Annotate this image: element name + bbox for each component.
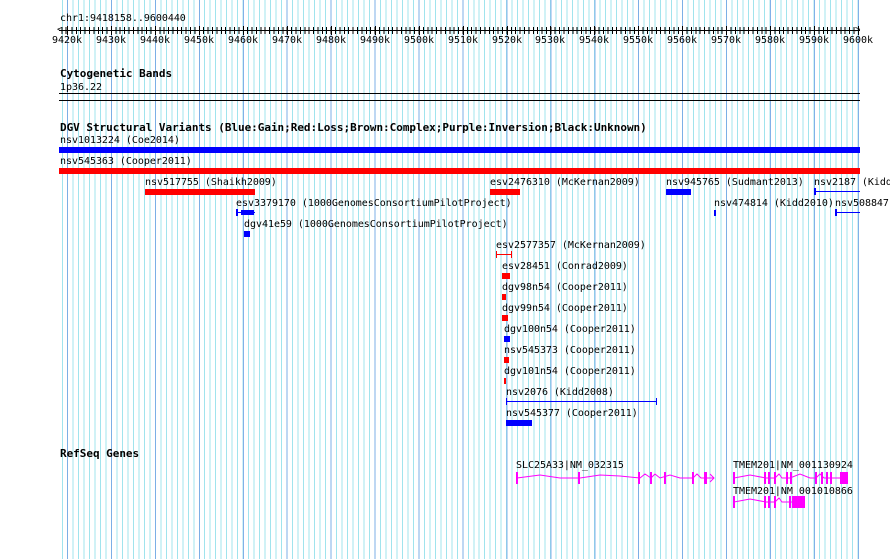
gene-model-tmem201-nm001130924[interactable] [733,472,848,484]
gene-model-tmem201-nm001010866[interactable] [733,496,805,508]
genome-browser-panel: chr1:9418158..9600440 < > 9420k9430k9440… [0,0,890,559]
gene-models [516,472,848,508]
gene-model-slc25a33[interactable] [516,472,715,484]
